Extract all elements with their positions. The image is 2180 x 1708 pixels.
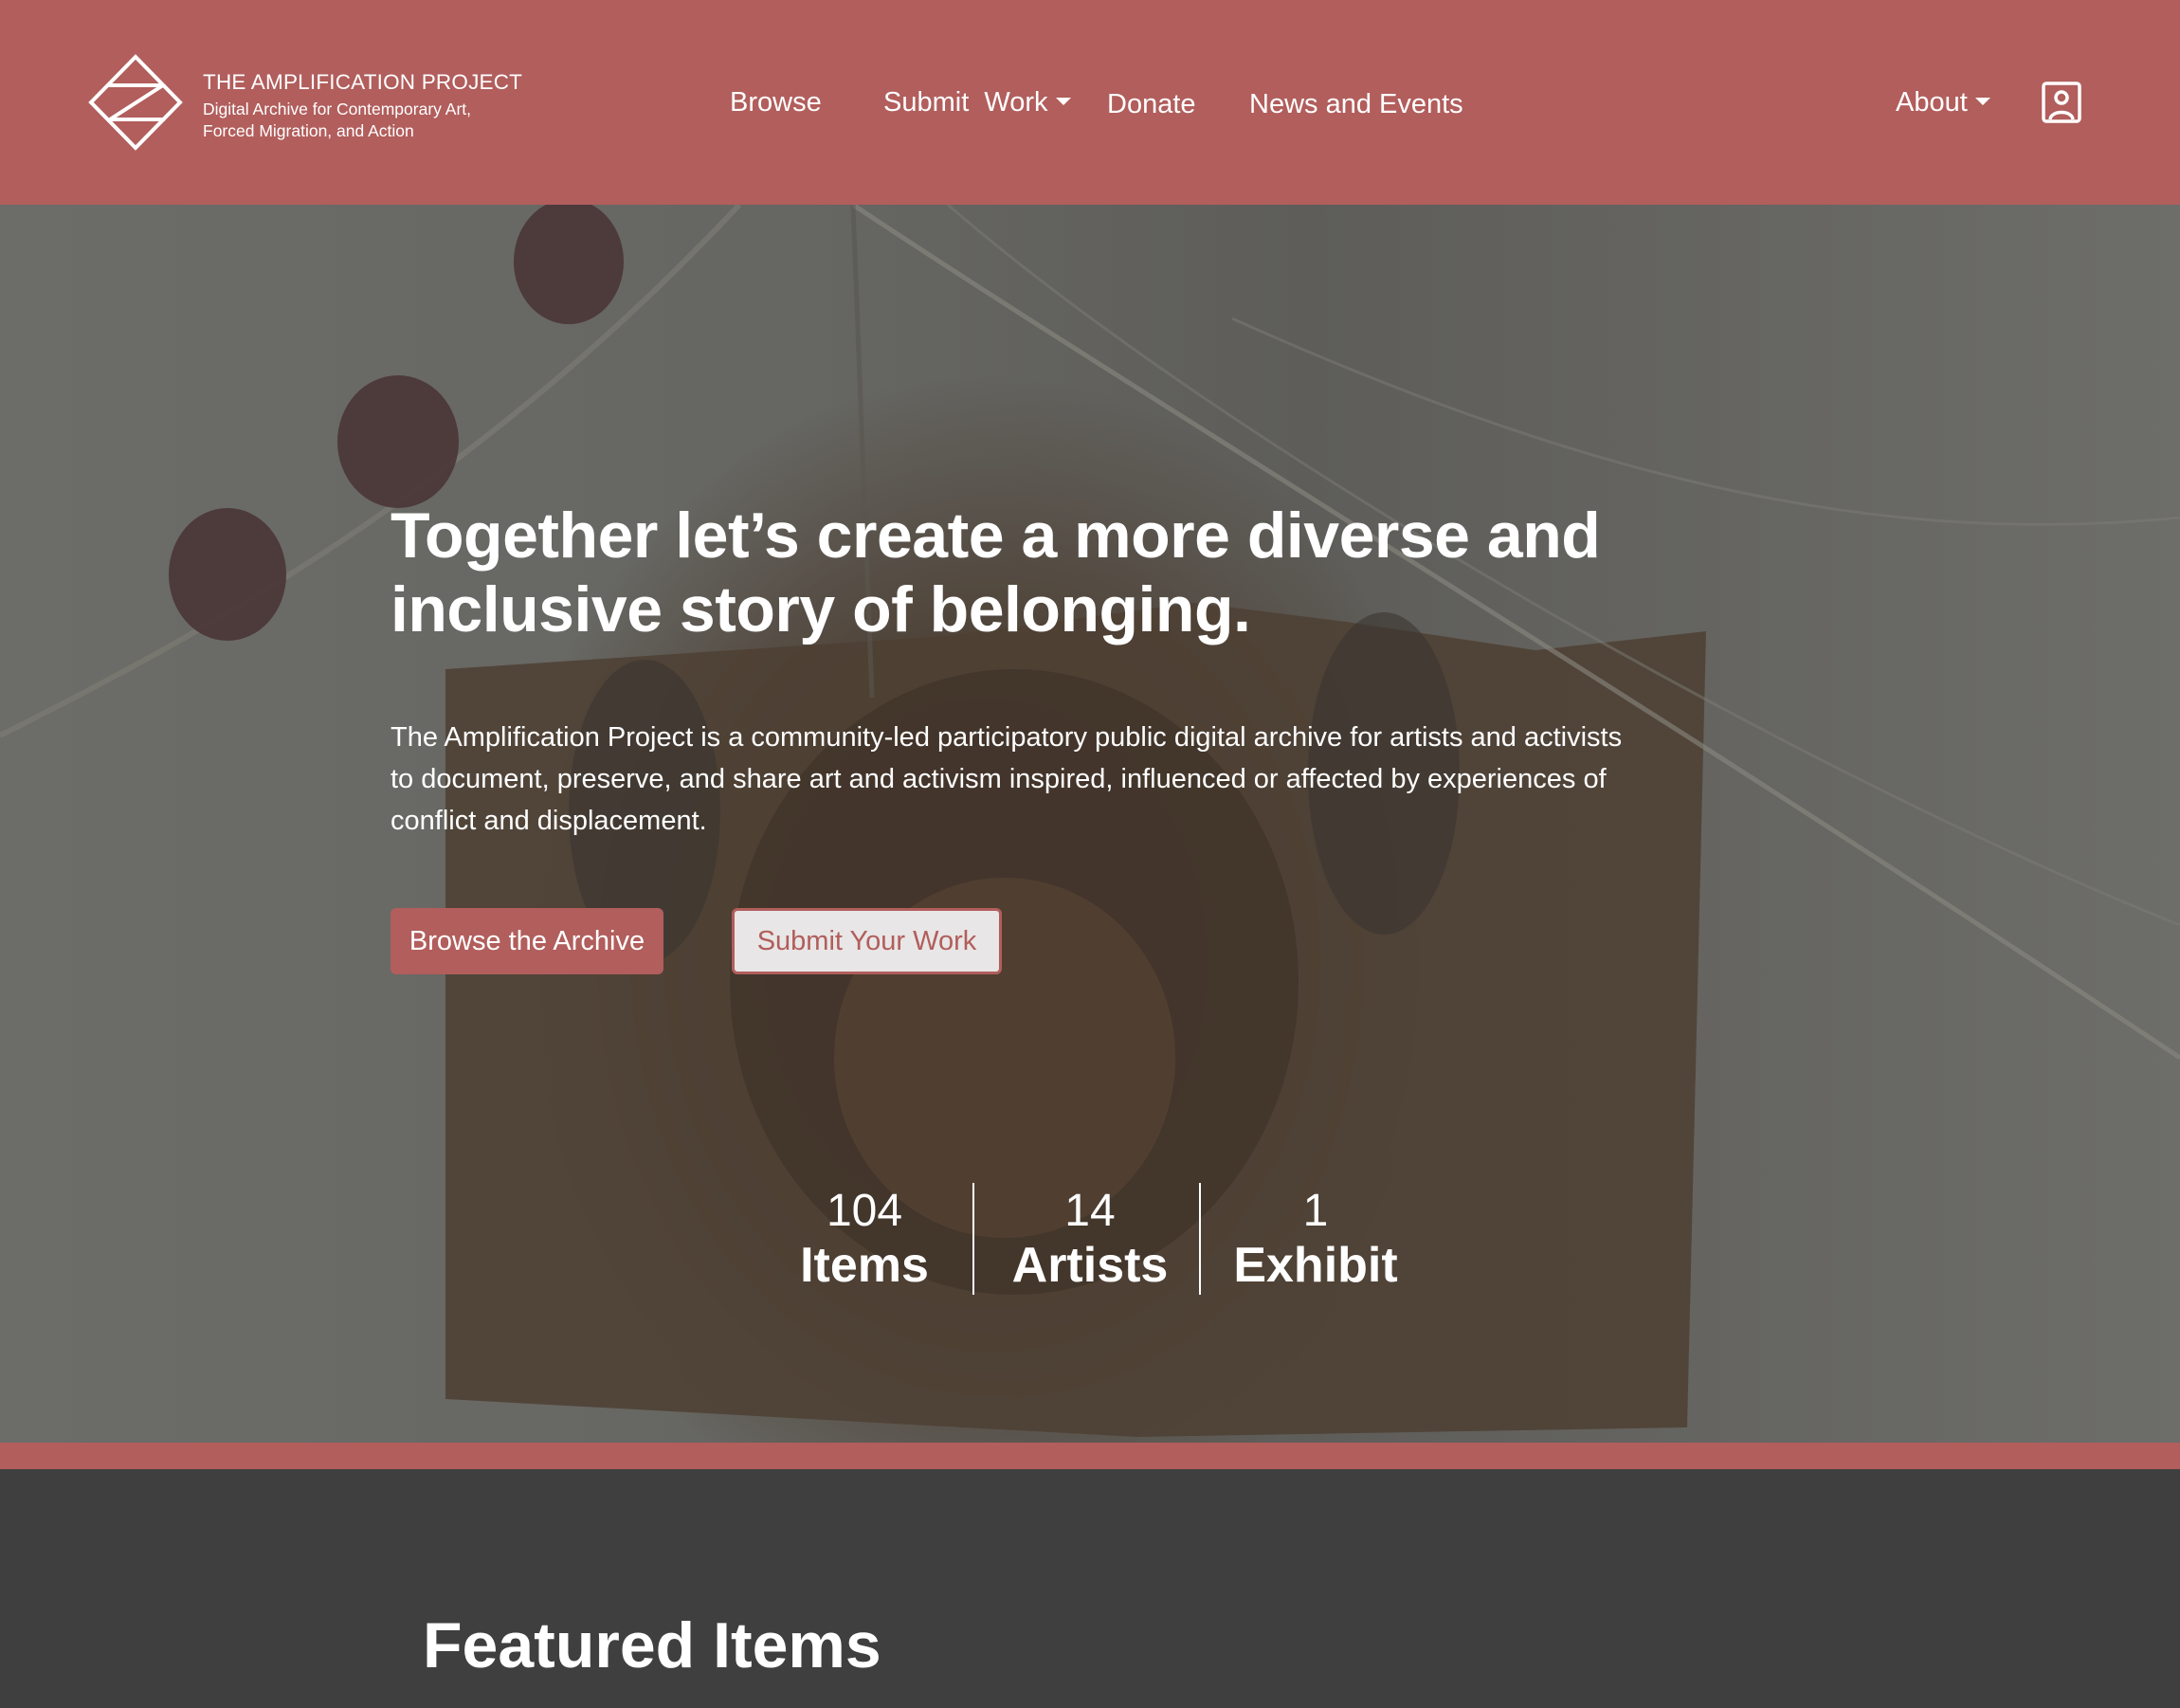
submit-work-button[interactable]: Submit Your Work bbox=[732, 908, 1002, 974]
nav-news-events[interactable]: News and Events bbox=[1249, 89, 1463, 120]
stat-artists-value: 14 bbox=[1064, 1186, 1116, 1236]
hero-section: Together let’s create a more diverse and… bbox=[0, 205, 2180, 1443]
featured-section: Featured Items bbox=[0, 1469, 2180, 1708]
stat-items-value: 104 bbox=[826, 1186, 903, 1236]
stat-exhibit-value: 1 bbox=[1302, 1186, 1329, 1236]
nav-about-label: About bbox=[1896, 87, 1968, 118]
browse-archive-button[interactable]: Browse the Archive bbox=[391, 908, 663, 974]
caret-down-icon bbox=[1055, 98, 1071, 106]
nav-submit-work-label: Submit Work bbox=[883, 87, 1048, 118]
stat-artists: 14 Artists bbox=[1005, 1185, 1175, 1293]
stat-divider bbox=[1199, 1183, 1201, 1295]
nav-donate[interactable]: Donate bbox=[1107, 89, 1196, 120]
stat-exhibit: 1 Exhibit bbox=[1223, 1185, 1408, 1293]
stat-items-label: Items bbox=[800, 1238, 929, 1293]
featured-title: Featured Items bbox=[423, 1609, 881, 1681]
nav-about[interactable]: About bbox=[1896, 87, 1990, 118]
stat-artists-label: Artists bbox=[1011, 1238, 1169, 1293]
stat-divider bbox=[972, 1183, 974, 1295]
user-account-icon bbox=[2042, 82, 2081, 123]
accent-divider bbox=[0, 1443, 2180, 1469]
stat-exhibit-label: Exhibit bbox=[1233, 1238, 1398, 1293]
nav-donate-label: Donate bbox=[1107, 89, 1196, 119]
stat-items: 104 Items bbox=[787, 1185, 942, 1293]
caret-down-icon bbox=[1974, 98, 1990, 106]
brand-subtitle: Digital Archive for Contemporary Art, Fo… bbox=[203, 100, 472, 140]
nav-submit-work[interactable]: Submit Work bbox=[883, 87, 1071, 118]
diamond-logo-icon bbox=[88, 54, 183, 151]
hero-title: Together let’s create a more diverse and… bbox=[391, 500, 1601, 645]
nav-browse-label: Browse bbox=[730, 87, 822, 118]
hero-description: The Amplification Project is a community… bbox=[391, 722, 1623, 836]
nav-browse[interactable]: Browse bbox=[730, 87, 822, 118]
nav-news-events-label: News and Events bbox=[1249, 89, 1463, 119]
brand-title: THE AMPLIFICATION PROJECT bbox=[203, 70, 523, 94]
site-header: THE AMPLIFICATION PROJECT Digital Archiv… bbox=[0, 0, 2180, 205]
